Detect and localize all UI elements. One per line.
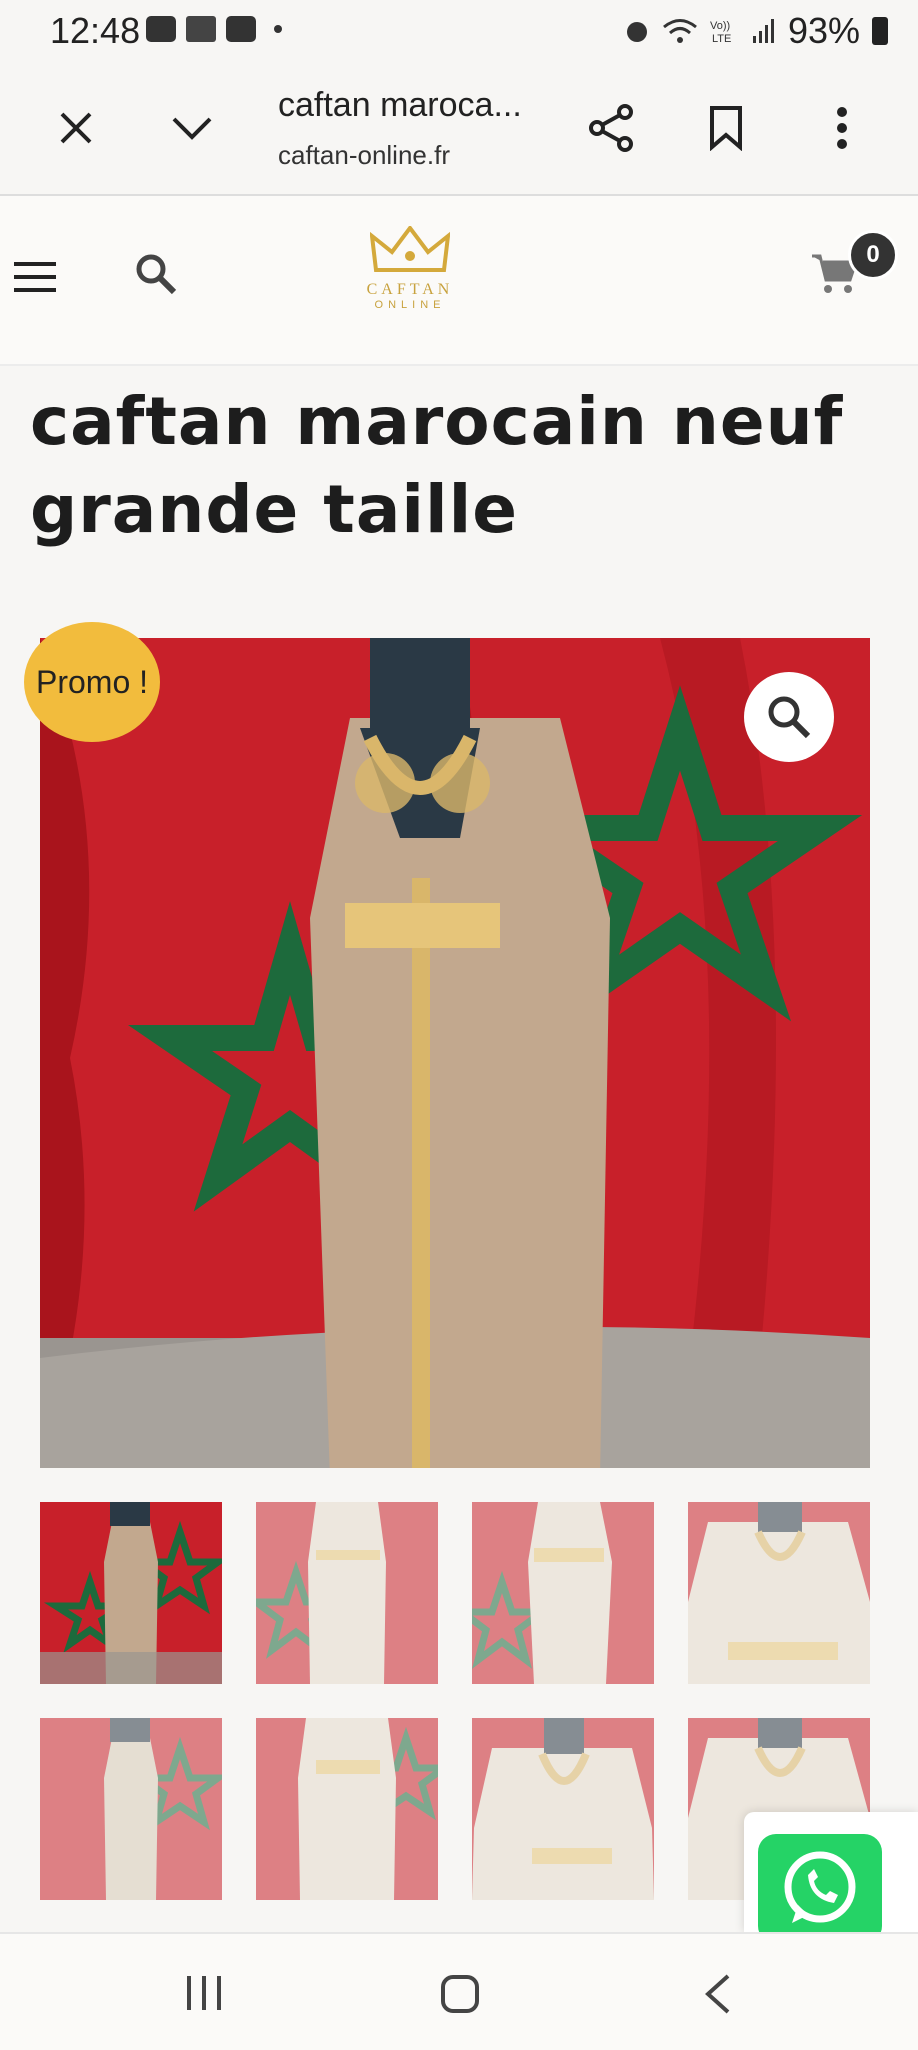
- minimize-button[interactable]: [164, 100, 220, 156]
- close-icon: [60, 112, 92, 144]
- logo-name: CAFTAN: [366, 281, 454, 298]
- close-tab-button[interactable]: [48, 100, 104, 156]
- menu-button[interactable]: [14, 260, 58, 299]
- crown-icon: [369, 224, 451, 272]
- thumbnail-image: [472, 1502, 654, 1684]
- thumbnail-5[interactable]: [40, 1718, 222, 1900]
- promo-badge: Promo !: [24, 622, 160, 742]
- whatsapp-button[interactable]: [758, 1834, 882, 1944]
- home-button[interactable]: [440, 1974, 480, 2019]
- browser-toolbar: caftan maroca... caftan-online.fr: [0, 62, 918, 196]
- zoom-icon: [768, 696, 811, 739]
- logo-subtitle: ONLINE: [374, 299, 446, 311]
- thumbnail-7[interactable]: [472, 1718, 654, 1900]
- search-button[interactable]: [134, 252, 178, 301]
- signal-icon: [752, 19, 774, 43]
- back-icon: [705, 1974, 730, 2014]
- more-options-button[interactable]: [814, 100, 870, 156]
- page-url[interactable]: caftan-online.fr: [278, 140, 450, 171]
- more-notifications-icon: [274, 25, 282, 33]
- thumbnail-1[interactable]: [40, 1502, 222, 1684]
- back-button[interactable]: [704, 1974, 732, 2019]
- battery-percent: 93%: [787, 10, 860, 51]
- bookmark-icon: [710, 106, 742, 151]
- volte-icon: Vo))LTE: [710, 20, 731, 44]
- product-title: caftan marocain neuf grande taille: [30, 383, 844, 548]
- battery-icon: [872, 17, 888, 45]
- system-nav-bar: [0, 1932, 918, 2050]
- chevron-down-icon: [172, 117, 212, 140]
- svg-text:LTE: LTE: [712, 33, 731, 44]
- status-right: Vo)) LTE 93%: [624, 10, 888, 52]
- site-logo[interactable]: CAFTAN ONLINE: [352, 224, 468, 326]
- thumbnail-4[interactable]: [688, 1502, 870, 1684]
- thumbnail-image: [40, 1718, 222, 1900]
- share-button[interactable]: [584, 100, 640, 156]
- caftan-photo: [40, 638, 870, 1468]
- status-time: 12:48: [50, 10, 141, 51]
- cart-count-badge: 0: [848, 230, 898, 280]
- search-icon: [136, 254, 177, 295]
- page-title[interactable]: caftan maroca...: [278, 86, 522, 125]
- notification-icons: [146, 16, 282, 42]
- svg-text:Vo)): Vo)): [710, 20, 730, 32]
- recent-apps-icon: [187, 1976, 221, 2010]
- whatsapp-icon: [784, 1851, 856, 1923]
- thumbnail-image: [256, 1502, 438, 1684]
- site-header: CAFTAN ONLINE: [0, 196, 918, 366]
- zoom-button[interactable]: [744, 672, 834, 762]
- wifi-icon: [662, 19, 697, 43]
- gallery-icon: [226, 16, 256, 42]
- recent-apps-button[interactable]: [184, 1974, 224, 2017]
- mosque-icon: [186, 16, 216, 42]
- bookmark-button[interactable]: [698, 100, 754, 156]
- home-icon: [441, 1975, 479, 2013]
- more-vert-icon: [837, 107, 847, 149]
- thumbnail-image: [40, 1502, 222, 1684]
- thumbnail-6[interactable]: [256, 1718, 438, 1900]
- menu-icon: [14, 262, 56, 292]
- product-main-image[interactable]: [40, 638, 870, 1468]
- alarm-icon: [626, 22, 647, 42]
- thumbnail-image: [688, 1502, 870, 1684]
- thumbnail-image: [256, 1718, 438, 1900]
- status-bar: 12:48 Vo)) LTE 93%: [0, 0, 918, 62]
- thumbnail-2[interactable]: [256, 1502, 438, 1684]
- thumbnail-image: [472, 1718, 654, 1900]
- youtube-icon: [146, 16, 176, 42]
- share-icon: [589, 104, 633, 152]
- thumbnail-3[interactable]: [472, 1502, 654, 1684]
